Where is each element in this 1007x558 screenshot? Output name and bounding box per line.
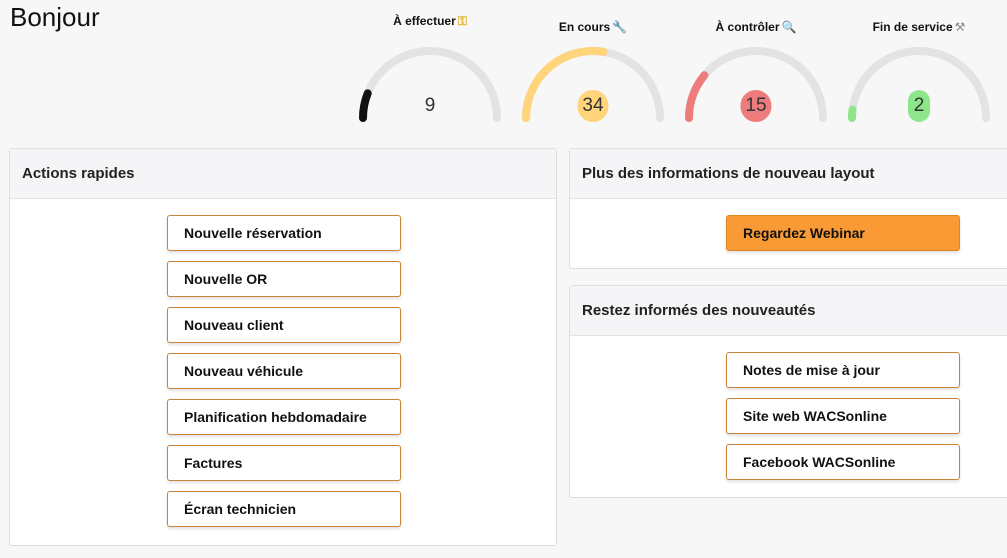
gauge-value: 2 [908,90,930,122]
website-button[interactable]: Site web WACSonline [726,398,960,434]
layout-info-title: Plus des informations de nouveau layout [570,149,1007,199]
release-notes-button[interactable]: Notes de mise à jour [726,352,960,388]
news-title: Restez informés des nouveautés [570,286,1007,336]
quick-actions-title: Actions rapides [10,149,556,199]
weekly-planning-button[interactable]: Planification hebdomadaire [167,399,401,435]
invoices-button[interactable]: Factures [167,445,401,481]
greeting-title: Bonjour [10,2,100,32]
gauge-fin-de-service[interactable]: Fin de service ⚒ 2 [847,14,991,124]
new-vehicle-button[interactable]: Nouveau véhicule [167,353,401,389]
facebook-button[interactable]: Facebook WACSonline [726,444,960,480]
new-reservation-button[interactable]: Nouvelle réservation [167,215,401,251]
gauge-a-controler[interactable]: À contrôler 🔍 15 [684,14,828,124]
webinar-button[interactable]: Regardez Webinar [726,215,960,251]
quick-actions-card: Actions rapides Nouvelle réservation Nou… [9,148,557,546]
gauge-a-effectuer[interactable]: À effectuer ⚿ 9 [358,14,502,124]
news-card: Restez informés des nouveautés Notes de … [569,285,1007,498]
gauge-value: 15 [740,90,772,122]
new-or-button[interactable]: Nouvelle OR [167,261,401,297]
new-client-button[interactable]: Nouveau client [167,307,401,343]
gauge-en-cours[interactable]: En cours 🔧 34 [521,14,665,124]
technician-screen-button[interactable]: Écran technicien [167,491,401,527]
layout-info-card: Plus des informations de nouveau layout … [569,148,1007,269]
gauge-value: 9 [424,95,436,116]
gauge-value: 34 [577,90,609,122]
